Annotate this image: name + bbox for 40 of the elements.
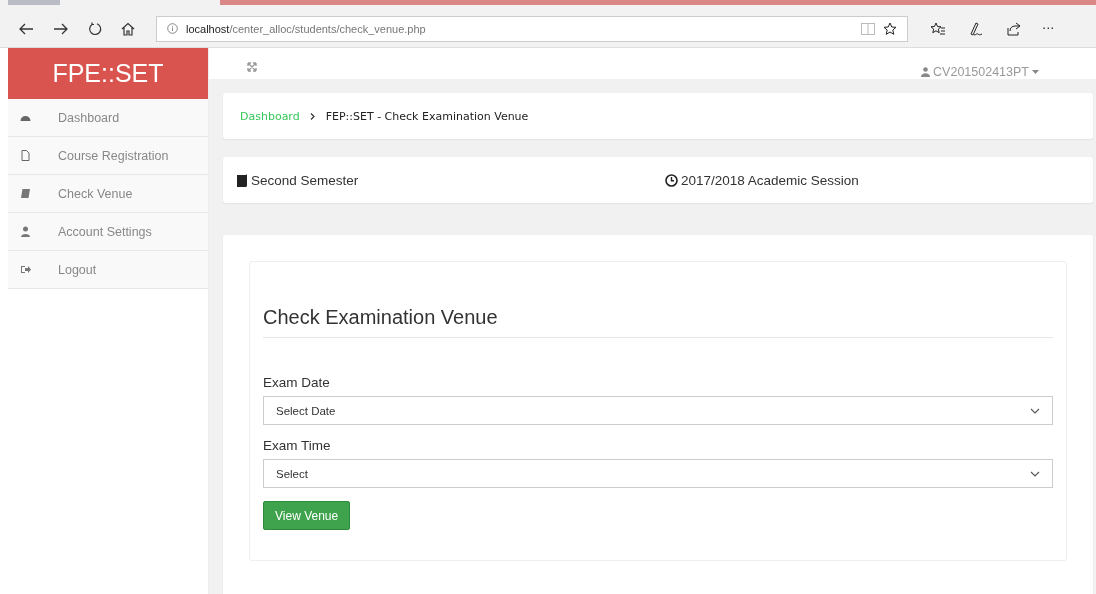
address-bar[interactable]: localhost/center_alloc/students/check_venue.php [156,15,908,42]
sidebar-item[interactable]: Course Registration [8,137,208,175]
caret-icon [1032,70,1039,74]
form-title: Check Examination Venue [263,306,1053,338]
star-icon[interactable] [883,21,897,36]
user-icon [921,67,931,77]
sidebar-item[interactable]: Dashboard [8,99,208,137]
share-icon[interactable] [1006,21,1022,36]
semester-text: Second Semester [251,172,359,188]
sidebar-item[interactable]: Logout [8,251,208,289]
session-text: 2017/2018 Academic Session [681,172,859,188]
logout-icon [20,264,31,275]
breadcrumb-current: FEP::SET - Check Examination Venue [325,109,529,123]
sidebar-item[interactable]: Account Settings [8,213,208,251]
clock-icon [665,173,678,187]
expand-icon[interactable] [247,61,257,72]
user-icon [20,226,31,237]
chevron-icon [309,112,316,120]
chevron-down-icon [1030,407,1040,414]
more-button[interactable]: ··· [1042,21,1055,36]
view-venue-button[interactable]: View Venue [263,501,351,530]
brand-logo[interactable]: FPE::SET [8,48,208,99]
chevron-down-icon [1030,470,1040,477]
back-icon[interactable] [18,21,34,36]
info-icon [167,23,178,34]
pen-icon[interactable] [968,20,984,37]
home-icon[interactable] [121,21,135,36]
book-icon [20,188,31,199]
select-field[interactable]: Select Date [263,396,1053,425]
user-menu[interactable]: CV201502413PT [921,65,1039,79]
breadcrumb-link[interactable]: Dashboard [240,109,300,123]
book-icon [237,173,248,187]
refresh-icon[interactable] [88,21,102,36]
file-icon [20,150,31,161]
field-label: Exam Date [263,375,331,390]
forward-icon[interactable] [53,21,69,36]
favorites-icon[interactable] [930,21,946,36]
field-label: Exam Time [263,438,332,453]
select-field[interactable]: Select [263,459,1053,488]
sidebar-item[interactable]: Check Venue [8,175,208,213]
